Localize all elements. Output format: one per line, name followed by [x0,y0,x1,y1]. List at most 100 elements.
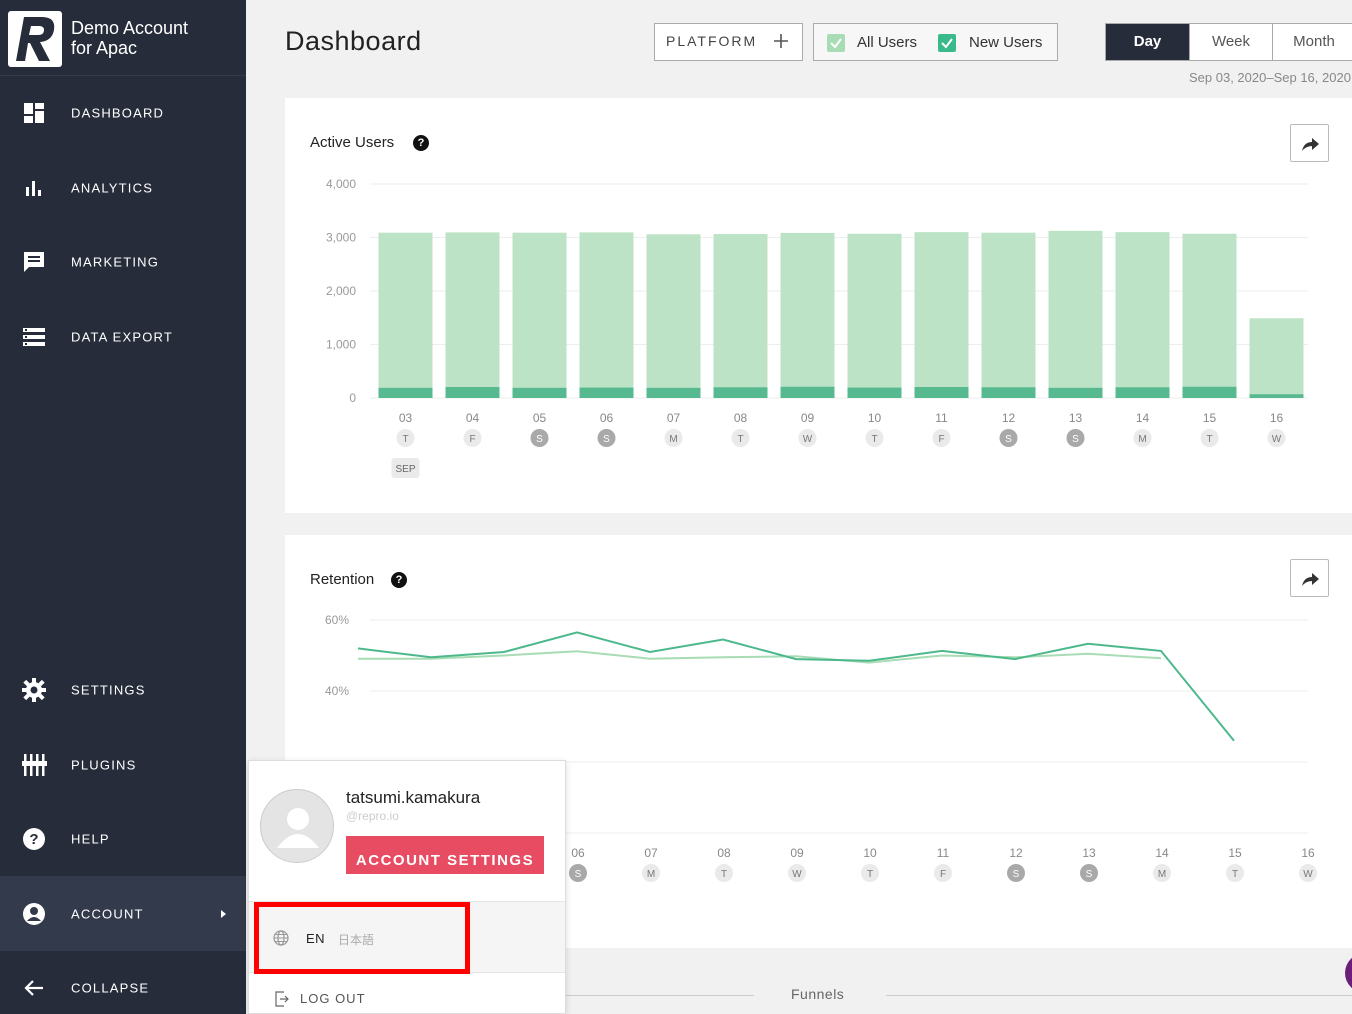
x-tick-label: 16 [1301,846,1315,860]
weekday-label: S [1072,434,1079,445]
bar-new-users [847,387,902,398]
logout-icon [275,991,289,1007]
weekday-badge: T [731,429,750,447]
weekday-label: W [792,869,802,880]
x-tick-label: 15 [1228,846,1242,860]
language-ja-option[interactable]: 日本語 [338,931,374,948]
sidebar-item-help[interactable]: ? HELP [0,811,246,867]
user-filter-group: All Users New Users [813,23,1058,61]
new-users-checkbox[interactable] [938,34,956,52]
bar-all-users [1048,230,1103,398]
help-icon: ? [23,828,45,850]
repro-logo [8,11,62,67]
date-range[interactable]: Sep 03, 2020–Sep 16, 2020 [1189,70,1351,85]
sidebar-item-dashboard[interactable]: DASHBOARD [0,85,246,141]
sidebar-item-settings[interactable]: SETTINGS [0,662,246,718]
y-tick-label: 2,000 [326,284,356,298]
bar-new-users [1249,394,1304,398]
x-tick-label: 11 [937,846,950,860]
period-day-button[interactable]: Day [1106,24,1189,60]
bar-new-users [445,387,500,398]
language-en-option[interactable]: EN [306,931,325,946]
bar-all-users [1182,233,1237,398]
x-tick-label: 14 [1136,411,1150,425]
weekday-badge: S [1007,864,1025,882]
username: tatsumi.kamakura [346,788,481,807]
weekday-badge: S [530,429,549,447]
all-users-checkbox[interactable] [827,34,845,52]
x-tick-label: 10 [863,846,877,860]
bar-all-users [579,232,634,398]
user-avatar-icon [277,808,319,848]
account-name: Demo Account for Apac [71,18,189,58]
period-week-button[interactable]: Week [1190,24,1272,60]
x-tick-label: 07 [644,846,658,860]
month-label: SEP [395,464,415,475]
weekday-label: T [1232,869,1238,880]
weekday-label: M [669,434,677,445]
x-tick-label: 09 [801,411,815,425]
x-tick-label: 03 [399,411,413,425]
weekday-badge: T [1226,864,1244,882]
bar-new-users [1182,386,1237,398]
bar-new-users [713,387,768,398]
bar-new-users [512,387,567,398]
brand-header[interactable]: Demo Account for Apac [0,0,246,76]
all-users-label: All Users [857,34,918,51]
sidebar-item-collapse[interactable]: COLLAPSE [0,960,246,1014]
x-tick-label: 04 [466,411,480,425]
sidebar-item-marketing[interactable]: MARKETING [0,234,246,290]
weekday-label: S [603,434,610,445]
bar-all-users [713,234,768,398]
weekday-badge: F [934,864,952,882]
bar-new-users [378,387,433,398]
weekday-label: T [402,434,408,445]
x-tick-label: 06 [571,846,585,860]
bar-new-users [780,386,835,398]
weekday-badge: M [642,864,660,882]
x-tick-label: 11 [935,411,948,425]
weekday-badge: S [1066,429,1085,447]
weekday-label: T [1206,434,1212,445]
x-tick-label: 14 [1155,846,1169,860]
weekday-label: M [1138,434,1146,445]
sidebar-item-data-export[interactable]: DATA EXPORT [0,309,246,365]
sidebar-item-analytics[interactable]: ANALYTICS [0,160,246,216]
sidebar: Demo Account for Apac DASHBOARD ANALYTIC… [0,0,246,1014]
weekday-badge: W [1299,864,1317,882]
y-tick-label: 4,000 [326,177,356,191]
x-tick-label: 13 [1082,846,1096,860]
weekday-label: F [469,434,475,445]
x-tick-label: 08 [717,846,731,860]
x-tick-label: 07 [667,411,681,425]
weekday-badge: F [463,429,482,447]
user-email: @repro.io [346,809,399,823]
page-title: Dashboard [285,26,422,56]
platform-button[interactable]: PLATFORM [654,23,803,61]
weekday-label: W [1272,434,1282,445]
weekday-label: M [1158,869,1166,880]
weekday-badge: T [715,864,733,882]
weekday-badge: T [396,429,415,447]
x-tick-label: 08 [734,411,748,425]
globe-icon [273,930,289,946]
period-selector: Day Week Month [1105,23,1352,61]
weekday-label: W [803,434,813,445]
x-tick-label: 12 [1009,846,1023,860]
sidebar-item-label: COLLAPSE [71,980,150,996]
logout-button[interactable]: LOG OUT [249,973,565,1014]
weekday-label: S [536,434,543,445]
sidebar-item-plugins[interactable]: PLUGINS [0,737,246,793]
sidebar-item-label: HELP [71,831,110,847]
bar-all-users [1115,232,1170,398]
bar-new-users [914,387,969,398]
bar-all-users [445,232,500,398]
sidebar-item-account[interactable]: ACCOUNT [0,876,246,951]
period-month-button[interactable]: Month [1273,24,1352,60]
x-tick-label: 10 [868,411,882,425]
weekday-label: T [721,869,727,880]
account-settings-button[interactable]: ACCOUNT SETTINGS [346,836,544,874]
bar-new-users [646,387,701,398]
data-export-icon [23,328,45,346]
gear-icon [22,678,46,702]
